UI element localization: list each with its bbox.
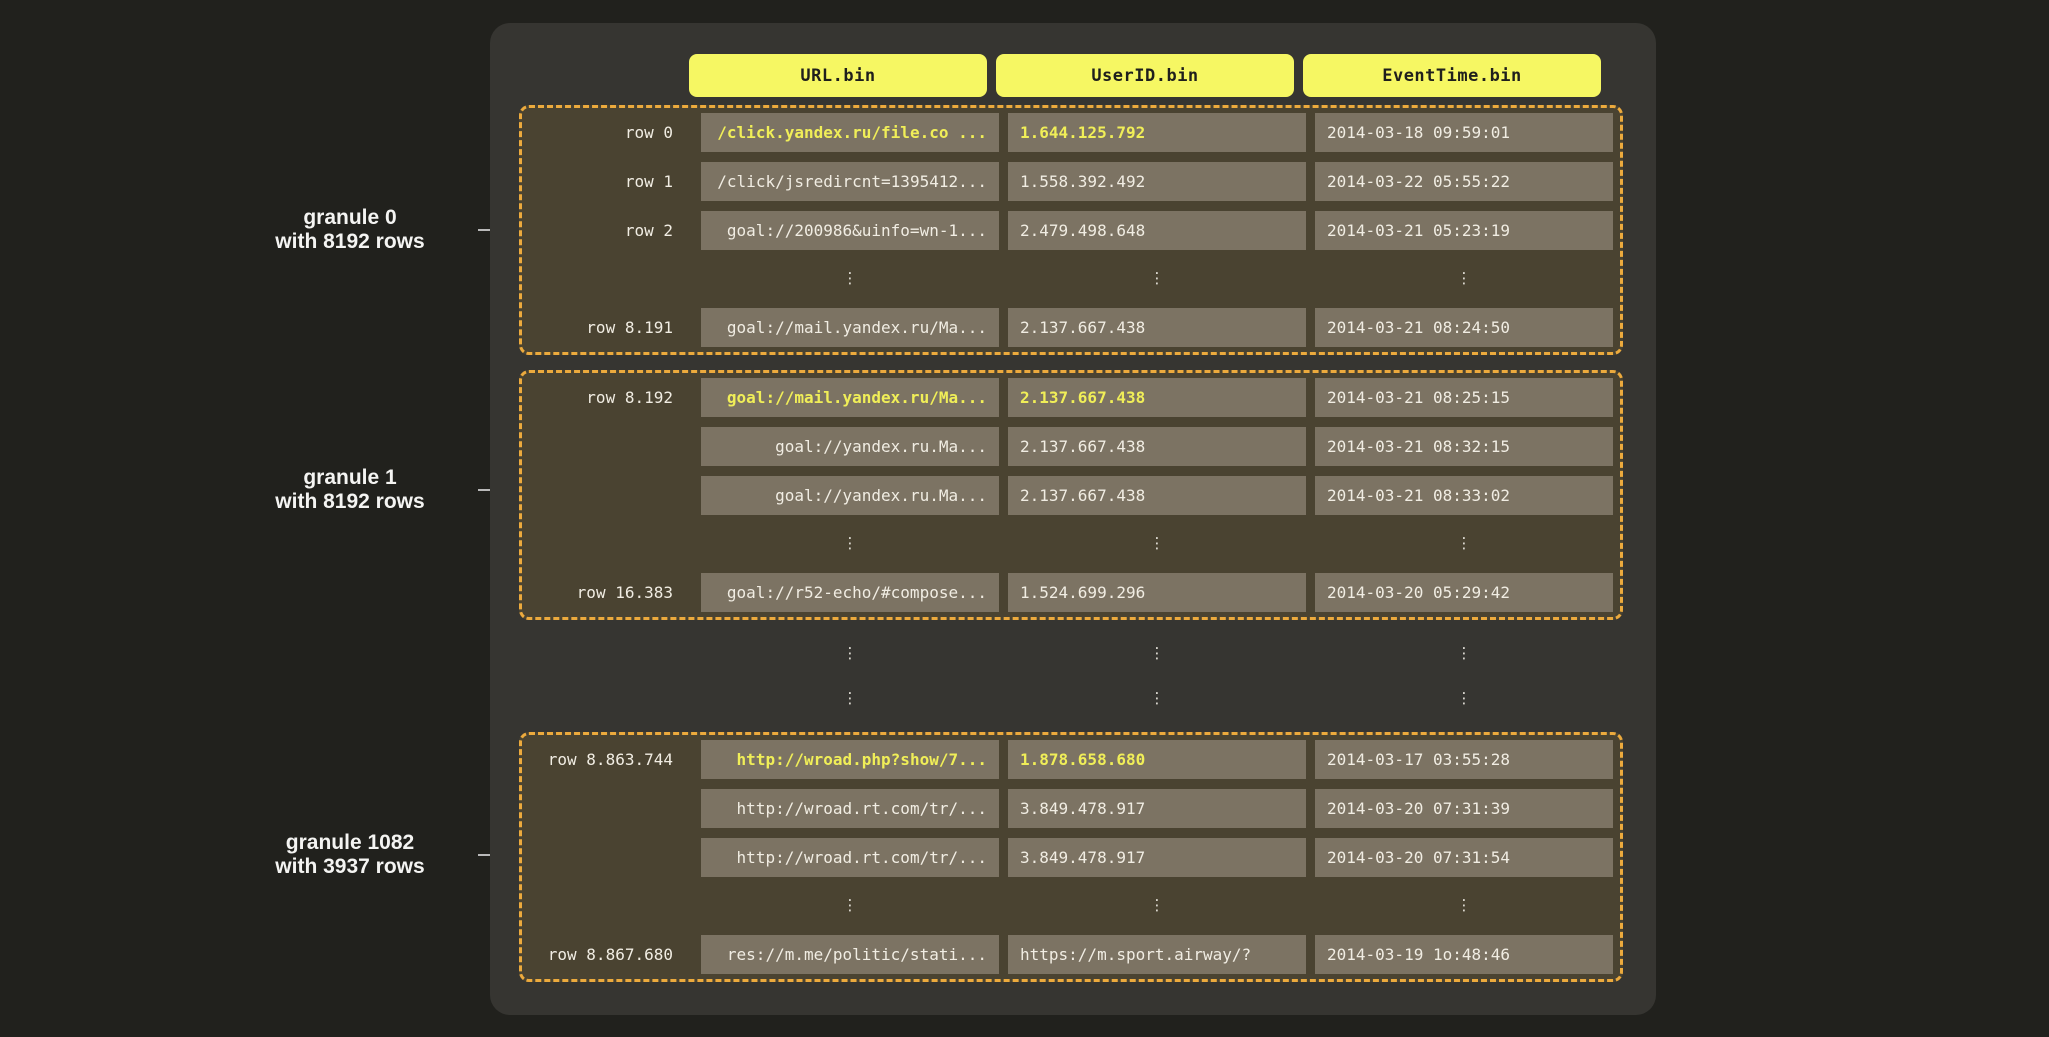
ellipsis-icon: ⋮ [1315,536,1613,551]
ellipsis-icon: ⋮ [1315,271,1613,286]
userid-cell: https://m.sport.airway/? [1008,935,1306,974]
table-row: row 8.867.680 res://m.me/politic/stati..… [522,935,1620,974]
eventtime-cell: 2014-03-21 08:32:15 [1315,427,1613,466]
table-row: http://wroad.rt.com/tr/... 3.849.478.917… [522,789,1620,828]
url-cell: http://wroad.rt.com/tr/... [701,789,999,828]
column-chip-userid: UserID.bin [996,54,1294,97]
table-row: row 8.191 goal://mail.yandex.ru/Ma... 2.… [522,308,1620,347]
ellipsis-row: ⋮ ⋮ ⋮ [522,886,1620,925]
ellipsis-row: ⋮ ⋮ ⋮ [522,641,1620,665]
eventtime-cell: 2014-03-17 03:55:28 [1315,740,1613,779]
url-cell: goal://200986&uinfo=wn-1... [701,211,999,250]
eventtime-cell: 2014-03-19 1o:48:46 [1315,935,1613,974]
url-cell: goal://r52-echo/#compose... [701,573,999,612]
table-row: row 16.383 goal://r52-echo/#compose... 1… [522,573,1620,612]
granule-0-label-line2: with 8192 rows [230,230,470,254]
eventtime-cell: 2014-03-18 09:59:01 [1315,113,1613,152]
granule-box-0: row 0 /click.yandex.ru/file.co ... 1.644… [519,105,1623,355]
ellipsis-icon: ⋮ [1008,536,1306,551]
eventtime-cell: 2014-03-22 05:55:22 [1315,162,1613,201]
column-chip-url: URL.bin [689,54,987,97]
ellipsis-icon: ⋮ [1315,898,1613,913]
ellipsis-icon: ⋮ [1315,646,1613,661]
url-cell: goal://yandex.ru.Ma... [701,427,999,466]
table-row: row 1 /click/jsredircnt=1395412... 1.558… [522,162,1620,201]
granule-1-label-line2: with 8192 rows [230,490,470,514]
ellipsis-row: ⋮ ⋮ ⋮ [522,687,1620,711]
url-cell: http://wroad.rt.com/tr/... [701,838,999,877]
ellipsis-icon: ⋮ [1008,691,1306,706]
row-index-label: row 8.192 [522,388,692,407]
url-cell: goal://yandex.ru.Ma... [701,476,999,515]
granule-1-label: granule 1 with 8192 rows [230,466,470,514]
url-cell: res://m.me/politic/stati... [701,935,999,974]
granule-0-label: granule 0 with 8192 rows [230,206,470,254]
omitted-granules-band: ⋮ ⋮ ⋮ ⋮ ⋮ ⋮ [522,620,1620,732]
ellipsis-row: ⋮ ⋮ ⋮ [522,524,1620,563]
table-row: http://wroad.rt.com/tr/... 3.849.478.917… [522,838,1620,877]
url-cell: http://wroad.php?show/7... [701,740,999,779]
userid-cell: 1.878.658.680 [1008,740,1306,779]
granule-1082-label-line1: granule 1082 [230,831,470,855]
eventtime-cell: 2014-03-21 05:23:19 [1315,211,1613,250]
granule-box-1: row 8.192 goal://mail.yandex.ru/Ma... 2.… [519,370,1623,620]
column-header-row: URL.bin UserID.bin EventTime.bin [689,54,1601,97]
table-row: row 0 /click.yandex.ru/file.co ... 1.644… [522,113,1620,152]
row-index-label: row 8.867.680 [522,945,692,964]
column-chip-eventtime: EventTime.bin [1303,54,1601,97]
userid-cell: 2.137.667.438 [1008,476,1306,515]
userid-cell: 1.524.699.296 [1008,573,1306,612]
url-cell: goal://mail.yandex.ru/Ma... [701,308,999,347]
ellipsis-icon: ⋮ [701,536,999,551]
granule-box-1082: row 8.863.744 http://wroad.php?show/7...… [519,732,1623,982]
url-cell: /click/jsredircnt=1395412... [701,162,999,201]
granules-diagram: granule 0 with 8192 rows granule 1 with … [0,0,2049,1037]
ellipsis-row: ⋮ ⋮ ⋮ [522,259,1620,298]
ellipsis-icon: ⋮ [701,691,999,706]
eventtime-cell: 2014-03-21 08:25:15 [1315,378,1613,417]
ellipsis-icon: ⋮ [1008,898,1306,913]
userid-cell: 1.644.125.792 [1008,113,1306,152]
table-row: goal://yandex.ru.Ma... 2.137.667.438 201… [522,427,1620,466]
ellipsis-icon: ⋮ [701,646,999,661]
eventtime-cell: 2014-03-20 05:29:42 [1315,573,1613,612]
row-index-label: row 1 [522,172,692,191]
userid-cell: 2.137.667.438 [1008,427,1306,466]
url-cell: goal://mail.yandex.ru/Ma... [701,378,999,417]
granule-1082-label-line2: with 3937 rows [230,855,470,879]
row-index-label: row 8.191 [522,318,692,337]
userid-cell: 1.558.392.492 [1008,162,1306,201]
eventtime-cell: 2014-03-21 08:33:02 [1315,476,1613,515]
table-row: row 8.192 goal://mail.yandex.ru/Ma... 2.… [522,378,1620,417]
granule-1082-label: granule 1082 with 3937 rows [230,831,470,879]
table-row: row 2 goal://200986&uinfo=wn-1... 2.479.… [522,211,1620,250]
granule-1-label-line1: granule 1 [230,466,470,490]
row-index-label: row 16.383 [522,583,692,602]
ellipsis-icon: ⋮ [1315,691,1613,706]
table-row: goal://yandex.ru.Ma... 2.137.667.438 201… [522,476,1620,515]
userid-cell: 2.137.667.438 [1008,378,1306,417]
userid-cell: 3.849.478.917 [1008,838,1306,877]
row-index-label: row 2 [522,221,692,240]
ellipsis-icon: ⋮ [1008,646,1306,661]
eventtime-cell: 2014-03-21 08:24:50 [1315,308,1613,347]
row-index-label: row 8.863.744 [522,750,692,769]
userid-cell: 2.479.498.648 [1008,211,1306,250]
userid-cell: 2.137.667.438 [1008,308,1306,347]
ellipsis-icon: ⋮ [701,271,999,286]
table-row: row 8.863.744 http://wroad.php?show/7...… [522,740,1620,779]
data-part-panel: URL.bin UserID.bin EventTime.bin row 0 /… [490,23,1656,1015]
row-index-label: row 0 [522,123,692,142]
userid-cell: 3.849.478.917 [1008,789,1306,828]
eventtime-cell: 2014-03-20 07:31:54 [1315,838,1613,877]
granule-0-label-line1: granule 0 [230,206,470,230]
ellipsis-icon: ⋮ [1008,271,1306,286]
ellipsis-icon: ⋮ [701,898,999,913]
url-cell: /click.yandex.ru/file.co ... [701,113,999,152]
eventtime-cell: 2014-03-20 07:31:39 [1315,789,1613,828]
